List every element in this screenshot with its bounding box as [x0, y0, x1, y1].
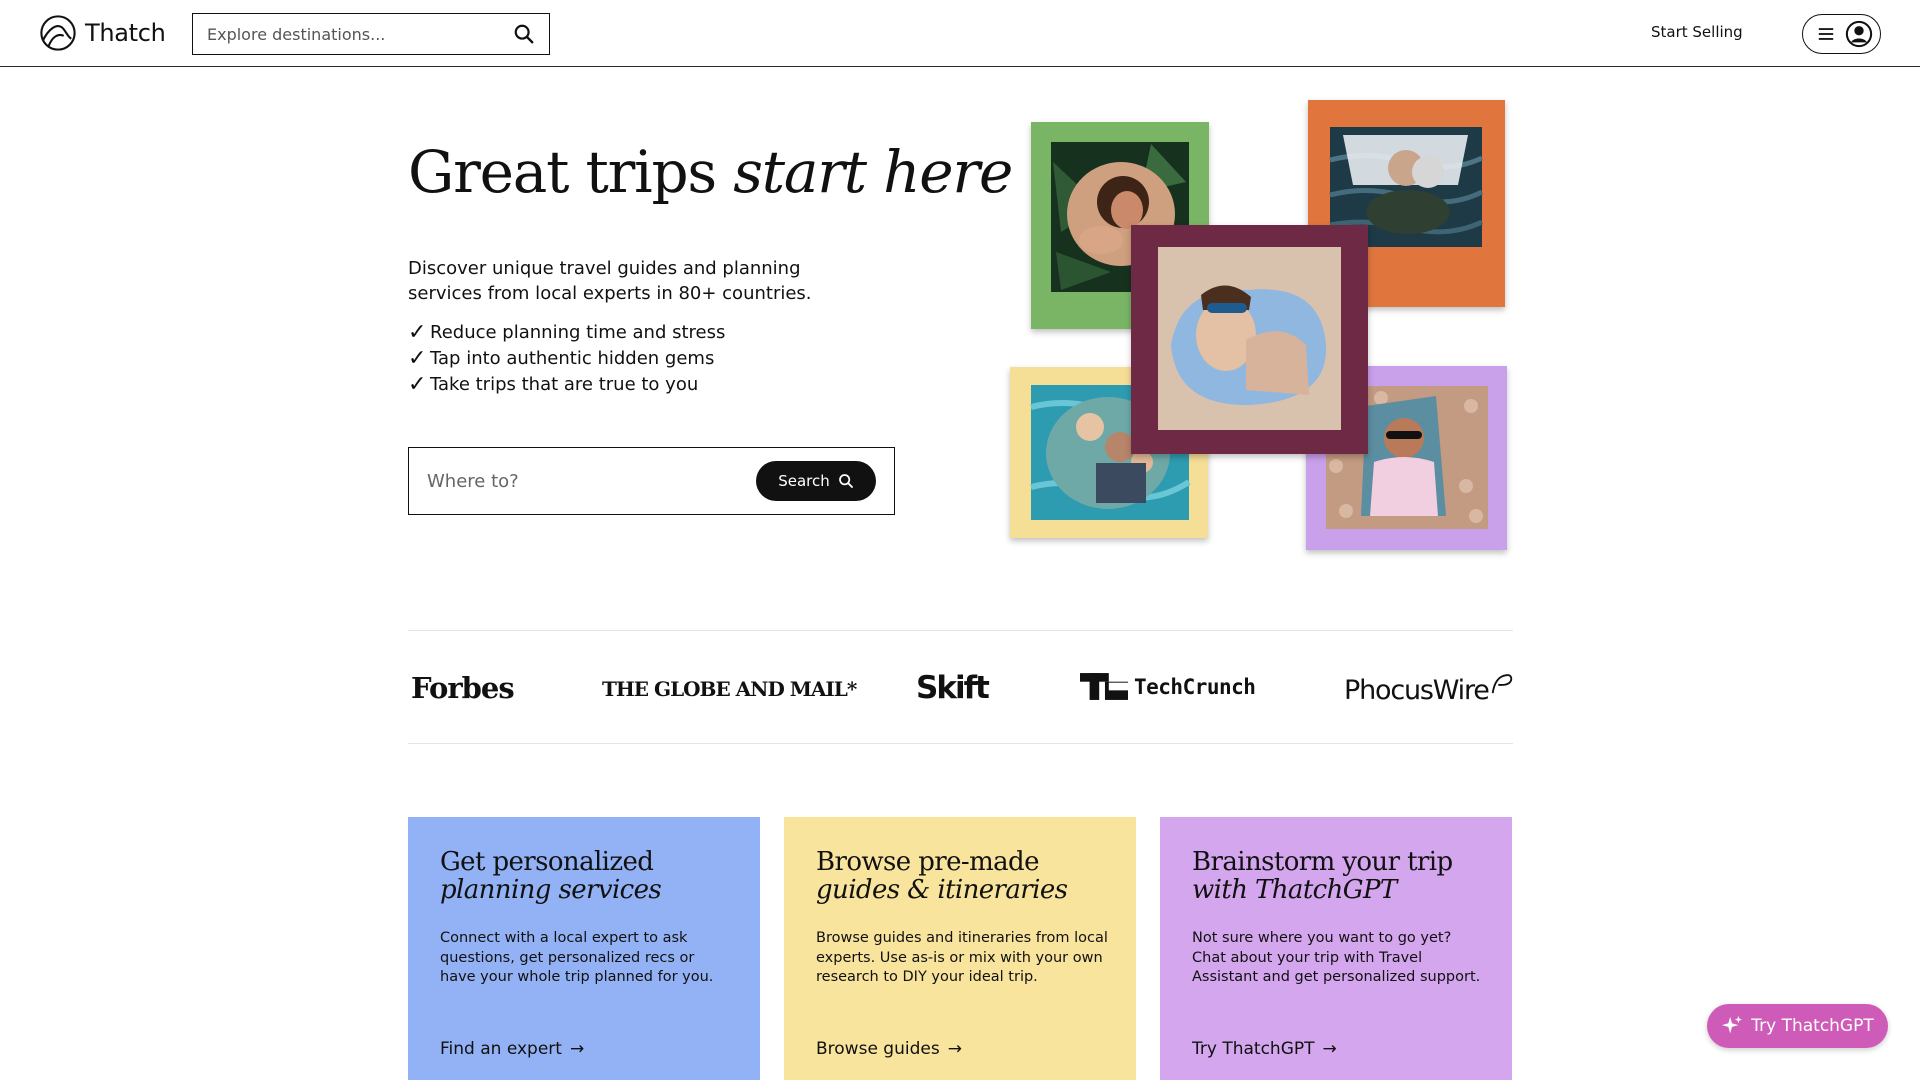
checkmark-icon: ✓: [408, 372, 427, 397]
checkmark-icon: ✓: [408, 320, 427, 345]
find-an-expert-link[interactable]: Find an expert →: [440, 1039, 584, 1059]
forbes-logo: Forbes: [411, 671, 515, 705]
phocuswire-wordmark: PhocusWire: [1344, 675, 1490, 706]
hero-search-button[interactable]: Search: [756, 461, 876, 501]
card-title-line1: Browse pre-made: [816, 847, 1039, 877]
card-guides-itineraries: Browse pre-made guides & itineraries Bro…: [784, 817, 1136, 1080]
techcrunch-wordmark: TechCrunch: [1134, 674, 1256, 699]
benefits-list: ✓ Reduce planning time and stress ✓ Tap in…: [408, 320, 725, 398]
card-link-label: Try ThatchGPT: [1192, 1039, 1315, 1059]
arrow-right-icon: →: [569, 1039, 585, 1059]
top-navigation-bar: Thatch Start Selling: [0, 0, 1920, 67]
search-icon[interactable]: [513, 23, 535, 45]
try-thatchgpt-link[interactable]: Try ThatchGPT →: [1192, 1039, 1337, 1059]
header-search-box: [192, 13, 550, 55]
thatch-logo-icon: [40, 15, 76, 51]
sparkle-icon: [1722, 1015, 1743, 1034]
search-icon: [838, 474, 853, 488]
card-description: Not sure where you want to go yet? Chat …: [1192, 930, 1481, 985]
card-title-line2: guides & itineraries: [816, 875, 1068, 905]
card-title-line1: Get personalized: [440, 847, 654, 877]
arrow-right-icon: →: [947, 1039, 962, 1059]
hero-search-box: Search: [408, 447, 895, 515]
fab-label: Try ThatchGPT: [1751, 1016, 1874, 1036]
press-logos-bar: Forbes THE GLOBE AND MAIL* Skift TechCru…: [408, 630, 1513, 744]
card-description: Connect with a local expert to ask quest…: [440, 930, 714, 985]
destination-search-input[interactable]: [207, 24, 513, 44]
card-description: Browse guides and itineraries from local…: [816, 930, 1108, 985]
techcrunch-logo: TechCrunch: [1080, 673, 1256, 700]
card-link-label: Browse guides: [816, 1039, 940, 1059]
benefit-text: Take trips that are true to you: [430, 374, 699, 395]
card-title: Browse pre-made guides & itineraries: [816, 848, 1104, 904]
user-avatar-icon: [1845, 20, 1873, 48]
hero-title-plain: Great trips: [408, 138, 717, 206]
hero-title-italic: start here: [733, 138, 1013, 206]
collage-photo-woman-sand: [1131, 225, 1368, 454]
benefit-text: Tap into authentic hidden gems: [430, 348, 715, 369]
skift-logo: Skift: [916, 670, 990, 706]
card-thatchgpt: Brainstorm your trip with ThatchGPT Not …: [1160, 817, 1512, 1080]
phocuswire-logo: PhocusWire: [1344, 669, 1515, 706]
account-menu-button[interactable]: [1802, 14, 1881, 54]
arrow-right-icon: →: [1322, 1039, 1337, 1059]
search-button-label: Search: [778, 472, 830, 490]
card-title-line2: with ThatchGPT: [1192, 875, 1397, 905]
benefit-text: Reduce planning time and stress: [430, 322, 726, 343]
card-title-line2: planning services: [440, 875, 662, 905]
thatch-logo-link[interactable]: Thatch: [39, 14, 166, 52]
card-title: Get personalized planning services: [440, 848, 728, 904]
benefit-item: ✓ Tap into authentic hidden gems: [408, 346, 725, 372]
globe-and-mail-logo: THE GLOBE AND MAIL*: [602, 677, 857, 701]
phocuswire-swirl-icon: [1491, 674, 1512, 694]
benefit-item: ✓ Take trips that are true to you: [408, 372, 725, 398]
card-title: Brainstorm your trip with ThatchGPT: [1192, 848, 1480, 904]
techcrunch-mark-icon: [1080, 673, 1128, 700]
card-personalized-planning: Get personalized planning services Conne…: [408, 817, 760, 1080]
benefit-item: ✓ Reduce planning time and stress: [408, 320, 725, 346]
card-link-label: Find an expert: [440, 1039, 562, 1059]
start-selling-link[interactable]: Start Selling: [1651, 23, 1743, 41]
hero-title: Great trips start here: [408, 138, 1013, 206]
card-title-line1: Brainstorm your trip: [1192, 847, 1453, 877]
try-thatchgpt-floating-button[interactable]: Try ThatchGPT: [1707, 1004, 1888, 1048]
browse-guides-link[interactable]: Browse guides →: [816, 1039, 962, 1059]
brand-name: Thatch: [85, 19, 166, 47]
hero-description: Discover unique travel guides and planni…: [408, 258, 812, 304]
hamburger-menu-icon: [1818, 28, 1834, 40]
checkmark-icon: ✓: [408, 346, 427, 371]
